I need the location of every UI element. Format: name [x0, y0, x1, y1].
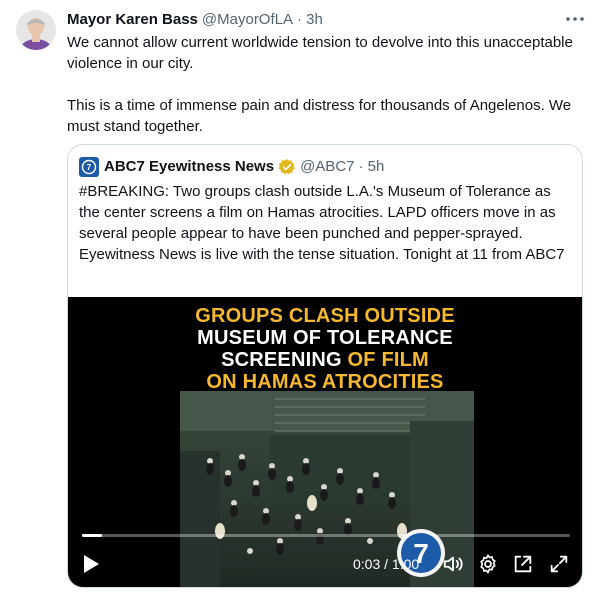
play-icon[interactable] [80, 553, 102, 575]
author-handle[interactable]: @MayorOfLA [202, 10, 293, 30]
author-avatar[interactable] [16, 10, 56, 50]
tweet-time[interactable]: · 3h [297, 10, 323, 30]
headline-text: ON HAMAS ATROCITIES [206, 371, 444, 393]
headline-line: MUSEUM OF TOLERANCE [68, 327, 582, 349]
quoted-tweet-time[interactable]: · 5h [359, 157, 385, 177]
video-time: 0:03 / 1:00 [353, 556, 420, 572]
video-player[interactable]: GROUPS CLASH OUTSIDE MUSEUM OF TOLERANCE… [68, 297, 582, 587]
video-controls: 0:03 / 1:00 [68, 549, 582, 579]
video-headline: GROUPS CLASH OUTSIDE MUSEUM OF TOLERANCE… [68, 305, 582, 393]
headline-line: GROUPS CLASH OUTSIDE [68, 305, 582, 327]
abc7-avatar-logo[interactable]: 7 [79, 157, 99, 177]
quoted-author-name[interactable]: ABC7 Eyewitness News [104, 157, 274, 177]
tweet-body: We cannot allow current worldwide tensio… [67, 32, 577, 137]
tweet-paragraph: We cannot allow current worldwide tensio… [67, 34, 573, 72]
quoted-tweet[interactable]: 7 ABC7 Eyewitness News @ABC7 · 5h #BREAK… [67, 144, 583, 588]
more-icon[interactable] [562, 8, 588, 30]
gear-icon[interactable] [477, 553, 499, 575]
tweet-header: Mayor Karen Bass @MayorOfLA · 3h [67, 10, 560, 30]
quoted-tweet-text: #BREAKING: Two groups clash outside L.A.… [79, 183, 565, 263]
author-name[interactable]: Mayor Karen Bass [67, 10, 198, 30]
headline-text: SCREENING [221, 349, 348, 371]
fullscreen-icon[interactable] [548, 553, 570, 575]
svg-text:7: 7 [87, 163, 92, 172]
video-progress-fill [82, 534, 102, 537]
headline-text: GROUPS CLASH OUTSIDE [195, 305, 455, 327]
headline-line: SCREENING OF FILM [68, 349, 582, 371]
headline-line: ON HAMAS ATROCITIES [68, 371, 582, 393]
headline-text: OF FILM [347, 349, 429, 371]
headline-text: MUSEUM OF TOLERANCE [197, 327, 453, 349]
picture-in-picture-icon[interactable] [512, 553, 534, 575]
volume-icon[interactable] [442, 553, 464, 575]
tweet-paragraph: This is a time of immense pain and distr… [67, 97, 572, 135]
video-progress-bar[interactable] [82, 534, 570, 537]
quoted-tweet-header: 7 ABC7 Eyewitness News @ABC7 · 5h [79, 157, 384, 177]
verified-badge-icon [278, 158, 296, 176]
quoted-author-handle[interactable]: @ABC7 [300, 157, 354, 177]
